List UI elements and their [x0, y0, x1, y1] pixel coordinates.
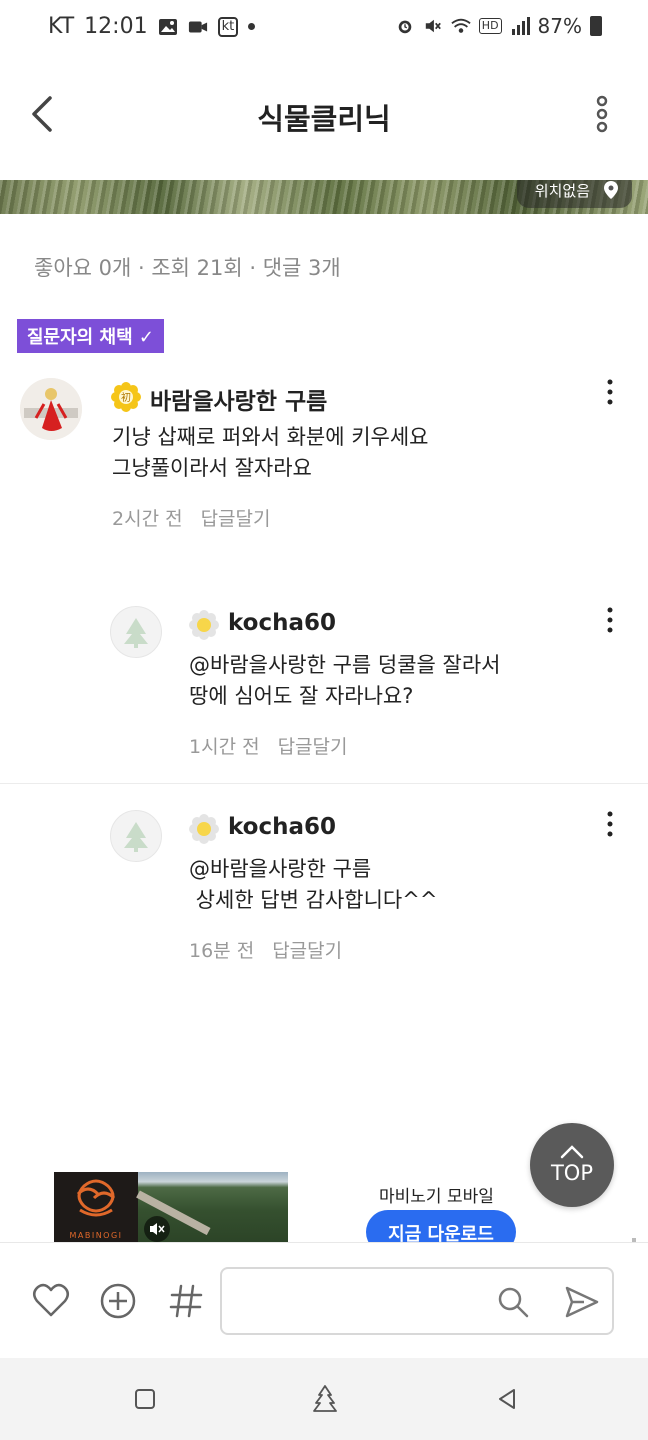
comment-box — [220, 1267, 614, 1335]
battery-percent: 87% — [537, 14, 582, 38]
scroll-top-label: TOP — [550, 1161, 594, 1185]
ad-video[interactable] — [136, 1172, 288, 1242]
wifi-icon — [451, 18, 471, 33]
home-tree-icon[interactable] — [310, 1384, 340, 1414]
alarm-icon — [398, 20, 412, 34]
level-flower-icon — [189, 610, 219, 640]
hashtag-icon[interactable] — [166, 1281, 206, 1321]
kt-icon: kt — [217, 16, 239, 37]
comment-more-button[interactable] — [604, 606, 616, 636]
comment-more-button[interactable] — [604, 810, 616, 840]
comment-meta: 1시간 전 답글달기 — [189, 732, 348, 759]
post-stats: 좋아요 0개 · 조회 21회 · 댓글 3개 — [34, 256, 341, 280]
recent-apps-icon[interactable] — [130, 1384, 160, 1414]
mute-icon — [425, 19, 441, 33]
comment-text: @바람을사랑한 구름 덩쿨을 잘라서 땅에 심어도 잘 자라나요? — [189, 653, 501, 708]
level-flower-icon: 初 — [111, 382, 141, 412]
level-flower-icon — [189, 814, 219, 844]
status-bar: KT 12:01 kt HD 87% — [0, 0, 648, 56]
comment-divider — [0, 783, 648, 784]
level-badge-text: 初 — [121, 391, 131, 404]
app-header: 식물클리닉 — [0, 70, 648, 160]
comment-action-bar — [0, 1242, 648, 1358]
reply-item: kocha60 @바람을사랑한 구름 상세한 답변 감사합니다^^ 16분 전 … — [0, 802, 648, 972]
avatar[interactable] — [20, 378, 82, 440]
more-options-button[interactable] — [590, 94, 614, 134]
reply-button[interactable]: 답글달기 — [278, 732, 348, 759]
comment-text: 기냥 삽째로 퍼와서 화분에 키우세요 그냥풀이라서 잘자라요 — [112, 425, 429, 480]
battery-icon — [590, 16, 602, 36]
ad-download-button[interactable]: 지금 다운로드 — [366, 1210, 516, 1242]
ad-title: 마비노기 모바일 — [379, 1187, 494, 1207]
scroll-top-button[interactable]: TOP — [530, 1123, 614, 1207]
system-nav-bar — [0, 1358, 648, 1440]
comment-time: 2시간 전 — [112, 508, 183, 530]
speaker-mute-icon — [150, 1223, 165, 1235]
signal-icon — [511, 17, 530, 35]
clock: 12:01 — [84, 14, 148, 39]
mabinogi-knot-icon: MABINOGI — [69, 1179, 122, 1240]
reply-button[interactable]: 답글달기 — [272, 936, 342, 963]
like-heart-icon[interactable] — [31, 1281, 71, 1321]
gallery-icon — [158, 18, 177, 35]
comment-meta: 16분 전 답글달기 — [189, 936, 342, 963]
ad-mute-button[interactable] — [144, 1216, 170, 1242]
comment-author[interactable]: kocha60 — [228, 814, 336, 840]
comment-author[interactable]: kocha60 — [228, 610, 336, 636]
back-nav-icon[interactable] — [492, 1384, 522, 1414]
reply-button[interactable]: 답글달기 — [201, 504, 271, 531]
location-label: 위치없음 — [534, 181, 590, 200]
avatar[interactable] — [110, 606, 162, 658]
comment-more-button[interactable] — [604, 378, 616, 408]
comment-time: 1시간 전 — [189, 736, 260, 758]
comment-meta: 2시간 전 답글달기 — [112, 504, 271, 531]
status-right: HD 87% — [395, 14, 602, 38]
ad-brand-text: MABINOGI — [69, 1231, 122, 1240]
comment-input[interactable] — [238, 1283, 488, 1319]
post-photo[interactable]: 위치없음 — [0, 180, 648, 214]
location-chip[interactable]: 위치없음 — [516, 180, 632, 208]
location-pin-icon — [604, 181, 618, 199]
comment-item: 初 바람을사랑한 구름 기냥 삽째로 퍼와서 화분에 키우세요 그냥풀이라서 잘… — [0, 370, 648, 540]
notification-dot-icon — [248, 23, 256, 30]
status-left: KT 12:01 kt — [48, 14, 256, 39]
carrier-label: KT — [48, 14, 75, 39]
comment-author[interactable]: 바람을사랑한 구름 — [150, 382, 327, 416]
ad-brand-logo: MABINOGI — [54, 1172, 138, 1242]
search-icon[interactable] — [496, 1285, 530, 1319]
comment-text: @바람을사랑한 구름 상세한 답변 감사합니다^^ — [189, 857, 438, 912]
adopted-answer-badge: 질문자의 채택 ✓ — [17, 319, 164, 353]
add-attachment-icon[interactable] — [98, 1281, 138, 1321]
avatar-image — [20, 378, 82, 440]
hd-icon: HD — [478, 18, 502, 34]
default-avatar-tree-icon — [124, 618, 148, 648]
comment-time: 16분 전 — [189, 940, 255, 962]
send-icon[interactable] — [564, 1285, 600, 1319]
avatar[interactable] — [110, 810, 162, 862]
page-title: 식물클리닉 — [257, 102, 391, 136]
chevron-up-icon — [560, 1145, 584, 1159]
video-icon — [188, 21, 207, 32]
reply-item: kocha60 @바람을사랑한 구름 덩쿨을 잘라서 땅에 심어도 잘 자라나요… — [0, 598, 648, 768]
default-avatar-tree-icon — [124, 822, 148, 852]
